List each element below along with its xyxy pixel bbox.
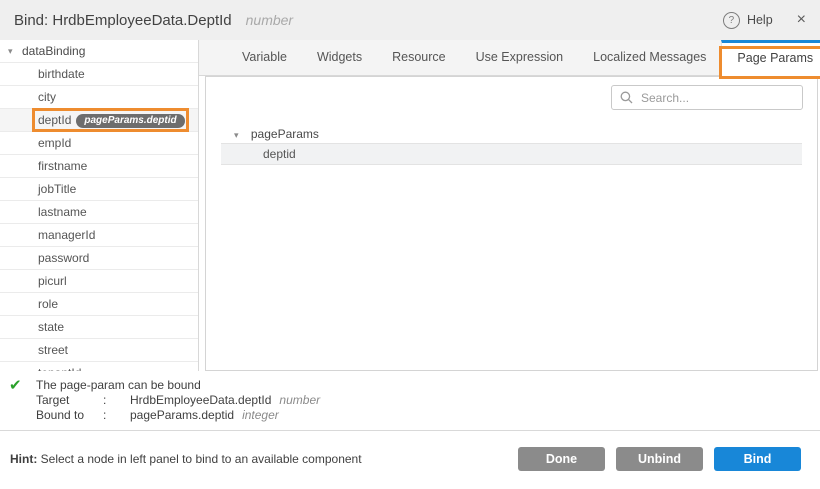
tab-widgets[interactable]: Widgets [302, 40, 377, 75]
tree-item-jobtitle[interactable]: jobTitle [0, 178, 198, 201]
tree-item-deptid[interactable]: deptId pageParams.deptid [0, 109, 198, 132]
tree-item-state[interactable]: state [0, 316, 198, 339]
tree-item-label: dataBinding [22, 44, 85, 58]
bound-param-badge: pageParams.deptid [76, 114, 184, 128]
status-boundto-value: pageParams.deptid [130, 408, 234, 423]
collapse-arrow-icon[interactable]: ▾ [234, 130, 239, 140]
tree-item-label: street [38, 343, 68, 357]
dialog-header: Bind: HrdbEmployeeData.DeptId number ? H… [0, 0, 820, 40]
search-box[interactable] [611, 85, 803, 110]
tab-variable[interactable]: Variable [227, 40, 302, 75]
close-icon[interactable]: × [797, 12, 806, 28]
tree-item-password[interactable]: password [0, 247, 198, 270]
tree-item-label: password [38, 251, 89, 265]
page-params-panel: ▾ pageParams deptid [205, 76, 818, 371]
status-target-value: HrdbEmployeeData.deptId [130, 393, 271, 408]
tree-item-label: state [38, 320, 64, 334]
tree-item-label: birthdate [38, 67, 85, 81]
hint-body: Select a node in left panel to bind to a… [37, 452, 361, 466]
tree-item-empid[interactable]: empId [0, 132, 198, 155]
tree-item-managerid[interactable]: managerId [0, 224, 198, 247]
status-boundto-row: Bound to : pageParams.deptid integer [36, 408, 820, 423]
tree-item-label: city [38, 90, 56, 104]
tree-item-birthdate[interactable]: birthdate [0, 63, 198, 86]
tree-item-label: role [38, 297, 58, 311]
tree-item-label: deptid [263, 147, 296, 161]
tree-item-label: deptId [38, 113, 71, 127]
colon: : [103, 393, 130, 408]
tree-item-label: picurl [38, 274, 67, 288]
tab-resource[interactable]: Resource [377, 40, 461, 75]
tab-bar: Variable Widgets Resource Use Expression… [199, 40, 820, 76]
tab-localized-messages[interactable]: Localized Messages [578, 40, 721, 75]
tree-item-label: managerId [38, 228, 95, 242]
tree-item-tenantid[interactable]: tenantId [0, 362, 198, 371]
tree-item-pageparams[interactable]: ▾ pageParams [206, 125, 817, 143]
success-check-icon: ✔ [9, 376, 22, 394]
status-target-type: number [279, 393, 320, 408]
tree-item-label: jobTitle [38, 182, 76, 196]
help-icon[interactable]: ? [723, 12, 740, 29]
tree-item-label: empId [38, 136, 71, 150]
tree-item-deptid-param[interactable]: deptid [221, 143, 802, 165]
tree-item-label: firstname [38, 159, 87, 173]
tab-page-params[interactable]: Page Params [721, 40, 820, 76]
bind-button[interactable]: Bind [714, 447, 801, 471]
status-target-label: Target [36, 393, 103, 408]
collapse-arrow-icon[interactable]: ▾ [8, 40, 13, 62]
hint-label: Hint: [10, 452, 37, 466]
dialog-title: Bind: HrdbEmployeeData.DeptId [14, 12, 232, 29]
tab-use-expression[interactable]: Use Expression [461, 40, 579, 75]
search-icon [620, 91, 633, 104]
tree-item-role[interactable]: role [0, 293, 198, 316]
status-target-row: Target : HrdbEmployeeData.deptId number [36, 393, 820, 408]
tree-item-firstname[interactable]: firstname [0, 155, 198, 178]
bind-target-section: Variable Widgets Resource Use Expression… [199, 40, 820, 371]
tree-item-city[interactable]: city [0, 86, 198, 109]
binding-tree-panel: ▾ dataBinding birthdate city deptId pageP… [0, 40, 199, 371]
tree-item-lastname[interactable]: lastname [0, 201, 198, 224]
unbind-button[interactable]: Unbind [616, 447, 703, 471]
colon: : [103, 408, 130, 423]
footer-divider [0, 430, 820, 431]
tree-item-label: pageParams [251, 127, 319, 141]
status-message: The page-param can be bound [36, 378, 820, 393]
tree-item-street[interactable]: street [0, 339, 198, 362]
footer-buttons: Done Unbind Bind [507, 447, 801, 471]
hint-text: Hint: Select a node in left panel to bin… [10, 452, 362, 466]
tree-item-picurl[interactable]: picurl [0, 270, 198, 293]
tree-item-label: lastname [38, 205, 87, 219]
status-boundto-type: integer [242, 408, 279, 423]
binding-status: ✔ The page-param can be bound Target : H… [0, 371, 820, 430]
tab-label: Page Params [737, 51, 813, 65]
search-input[interactable] [639, 90, 794, 106]
tree-item-databinding[interactable]: ▾ dataBinding [0, 40, 198, 63]
page-params-tree: ▾ pageParams deptid [206, 125, 817, 165]
done-button[interactable]: Done [518, 447, 605, 471]
dialog-title-type: number [246, 12, 293, 28]
help-button[interactable]: Help [747, 13, 773, 27]
status-boundto-label: Bound to [36, 408, 103, 423]
